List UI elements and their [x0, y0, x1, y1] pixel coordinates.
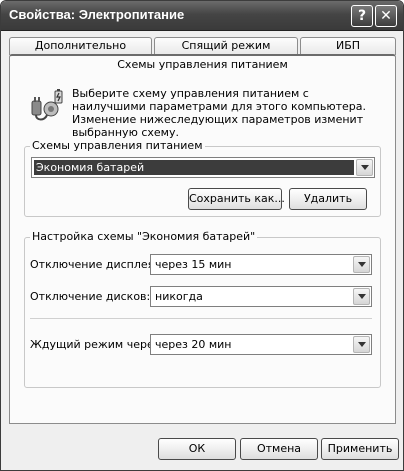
settings-group-label: Настройка схемы "Экономия батарей": [30, 230, 258, 243]
disks-off-label: Отключение дисков:: [30, 290, 151, 303]
power-settings-icon: [29, 87, 67, 125]
tab-advanced[interactable]: Дополнительно: [9, 37, 152, 55]
cancel-button[interactable]: Отмена: [240, 438, 318, 460]
standby-label: Ждущий режим через:: [30, 338, 164, 351]
tab-power-schemes[interactable]: Схемы управления питанием: [9, 54, 396, 74]
divider: [30, 318, 372, 319]
tab-panel: Выберите схему управления питанием с наи…: [9, 72, 396, 424]
tab-label: Схемы управления питанием: [117, 58, 288, 71]
power-properties-dialog: Свойства: Электропитание ? ✕ Дополнитель…: [0, 0, 404, 471]
close-icon: ✕: [380, 8, 392, 24]
apply-label: Применить: [327, 442, 393, 455]
schemes-group-label: Схемы управления питанием: [30, 139, 205, 152]
save-as-label: Сохранить как...: [189, 192, 285, 205]
delete-label: Удалить: [303, 192, 353, 205]
disks-off-select[interactable]: никогда: [150, 286, 372, 307]
ok-button[interactable]: ОК: [158, 438, 236, 460]
scheme-settings-group: Настройка схемы "Экономия батарей" Отклю…: [24, 230, 381, 388]
tab-label: ИБП: [335, 39, 361, 52]
chevron-down-icon[interactable]: [356, 159, 373, 176]
disks-off-value: никогда: [155, 290, 203, 303]
window-title: Свойства: Электропитание: [9, 7, 185, 22]
help-button[interactable]: ?: [351, 5, 373, 27]
display-off-label: Отключение дисплея:: [30, 258, 158, 271]
chevron-down-icon[interactable]: [353, 288, 370, 305]
tab-ups[interactable]: ИБП: [300, 37, 396, 55]
title-bar[interactable]: Свойства: Электропитание ? ✕: [1, 1, 403, 31]
tab-label: Дополнительно: [34, 39, 127, 52]
power-scheme-select[interactable]: Экономия батарей: [31, 157, 375, 178]
tab-hibernate[interactable]: Спящий режим: [154, 37, 298, 55]
standby-value: через 20 мин: [155, 338, 232, 351]
ok-label: ОК: [188, 442, 206, 455]
delete-button[interactable]: Удалить: [289, 188, 367, 210]
tab-label: Спящий режим: [181, 39, 271, 52]
standby-select[interactable]: через 20 мин: [150, 334, 372, 355]
cancel-label: Отмена: [256, 442, 302, 455]
schemes-group: Схемы управления питанием Экономия батар…: [24, 139, 381, 217]
display-off-value: через 15 мин: [155, 258, 232, 271]
help-icon: ?: [357, 8, 367, 24]
apply-button[interactable]: Применить: [321, 438, 399, 460]
power-scheme-value: Экономия батарей: [34, 160, 354, 175]
chevron-down-icon[interactable]: [353, 336, 370, 353]
display-off-select[interactable]: через 15 мин: [150, 254, 372, 275]
save-as-button[interactable]: Сохранить как...: [188, 188, 285, 210]
intro-description: Выберите схему управления питанием с наи…: [72, 87, 367, 139]
chevron-down-icon[interactable]: [353, 256, 370, 273]
close-button[interactable]: ✕: [375, 5, 397, 27]
